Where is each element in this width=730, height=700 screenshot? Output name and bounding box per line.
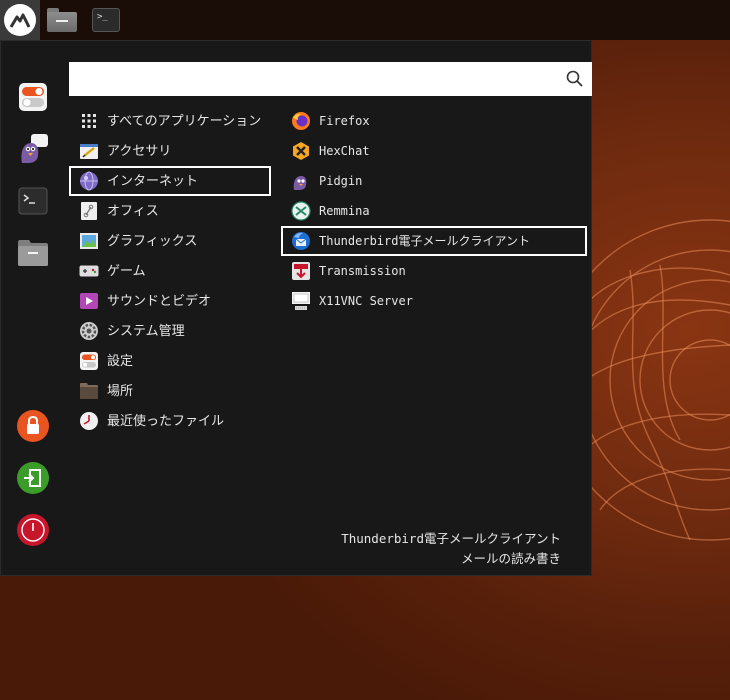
category-sound-video[interactable]: サウンドとビデオ [69,286,271,316]
app-label: Pidgin [319,174,363,188]
category-accessories[interactable]: アクセサリ [69,136,271,166]
app-thunderbird[interactable]: Thunderbird電子メールクライアント [281,226,587,256]
category-label: すべてのアプリケーション [107,113,262,129]
transmission-icon [291,261,311,281]
search-input[interactable] [69,62,592,96]
category-places[interactable]: 場所 [69,376,271,406]
category-label: 設定 [107,353,134,369]
app-label: Firefox [319,114,370,128]
category-internet[interactable]: インターネット [69,166,271,196]
favorite-terminal[interactable] [17,185,49,217]
app-label: HexChat [319,144,370,158]
description-subtitle: メールの読み書き [460,551,561,566]
category-label: グラフィックス [107,233,198,249]
vnc-icon [291,291,311,311]
category-label: インターネット [107,173,199,189]
hexchat-icon [291,141,311,161]
category-label: 最近使ったファイル [107,413,225,429]
thunderbird-icon [291,231,311,251]
category-label: 場所 [107,383,134,399]
gamepad-icon [79,261,99,281]
app-label: Thunderbird電子メールクライアント [319,234,530,248]
firefox-icon [291,111,311,131]
category-recent-files[interactable]: 最近使ったファイル [69,406,271,436]
app-label: Remmina [319,204,370,218]
description-title: Thunderbird電子メールクライアント [341,531,561,546]
grid-icon [79,111,99,131]
power-icon [17,514,49,546]
category-office[interactable]: オフィス [69,196,271,226]
app-remmina[interactable]: Remmina [281,196,587,226]
folder-icon [18,240,48,266]
category-label: アクセサリ [107,143,172,159]
file-manager-launcher[interactable] [40,0,84,40]
lock-icon [17,410,49,442]
app-hexchat[interactable]: HexChat [281,136,587,166]
internet-globe-icon [79,171,99,191]
recent-clock-icon [79,411,99,431]
accessories-icon [79,141,99,161]
pidgin-icon [291,171,311,191]
category-system[interactable]: システム管理 [69,316,271,346]
shutdown-button[interactable] [17,514,49,546]
favorite-files[interactable] [17,237,49,269]
application-list: Firefox HexChat Pidgin Remmina Thunderbi… [281,106,587,316]
remmina-icon [291,201,311,221]
app-x11vnc[interactable]: X11VNC Server [281,286,587,316]
logout-icon [17,462,49,494]
category-label: オフィス [107,203,159,219]
pidgin-bird-icon [21,134,48,163]
lock-screen-button[interactable] [17,410,49,442]
logout-button[interactable] [17,462,49,494]
category-all-applications[interactable]: すべてのアプリケーション [69,106,271,136]
system-gear-icon [79,321,99,341]
app-description: Thunderbird電子メールクライアント メールの読み書き [341,529,561,569]
settings-toggle-icon [79,351,99,371]
office-icon [79,201,99,221]
category-settings[interactable]: 設定 [69,346,271,376]
search-icon[interactable] [565,69,585,89]
category-label: システム管理 [107,323,185,339]
folder-icon [47,8,77,32]
category-label: ゲーム [107,263,146,279]
whisker-menu: すべてのアプリケーション アクセサリ インターネット オフィス グラフィックス … [0,40,592,576]
app-label: X11VNC Server [319,294,413,308]
category-list: すべてのアプリケーション アクセサリ インターネット オフィス グラフィックス … [69,106,271,436]
terminal-launcher[interactable]: >_ [84,0,128,40]
mountain-logo-icon [4,4,36,36]
multimedia-icon [79,291,99,311]
places-folder-icon [79,381,99,401]
app-firefox[interactable]: Firefox [281,106,587,136]
app-pidgin[interactable]: Pidgin [281,166,587,196]
applications-menu-button[interactable] [0,0,40,40]
top-panel: >_ [0,0,730,40]
graphics-icon [79,231,99,251]
toggle-settings-icon [19,83,47,111]
favorite-pidgin[interactable] [17,133,49,165]
category-label: サウンドとビデオ [107,293,212,309]
favorite-settings[interactable] [17,81,49,113]
app-label: Transmission [319,264,406,278]
app-transmission[interactable]: Transmission [281,256,587,286]
terminal-icon: >_ [92,8,120,32]
category-graphics[interactable]: グラフィックス [69,226,271,256]
terminal-icon [18,187,48,215]
category-games[interactable]: ゲーム [69,256,271,286]
favorites-sidebar [1,41,65,575]
terminal-glyph: >_ [97,12,108,22]
